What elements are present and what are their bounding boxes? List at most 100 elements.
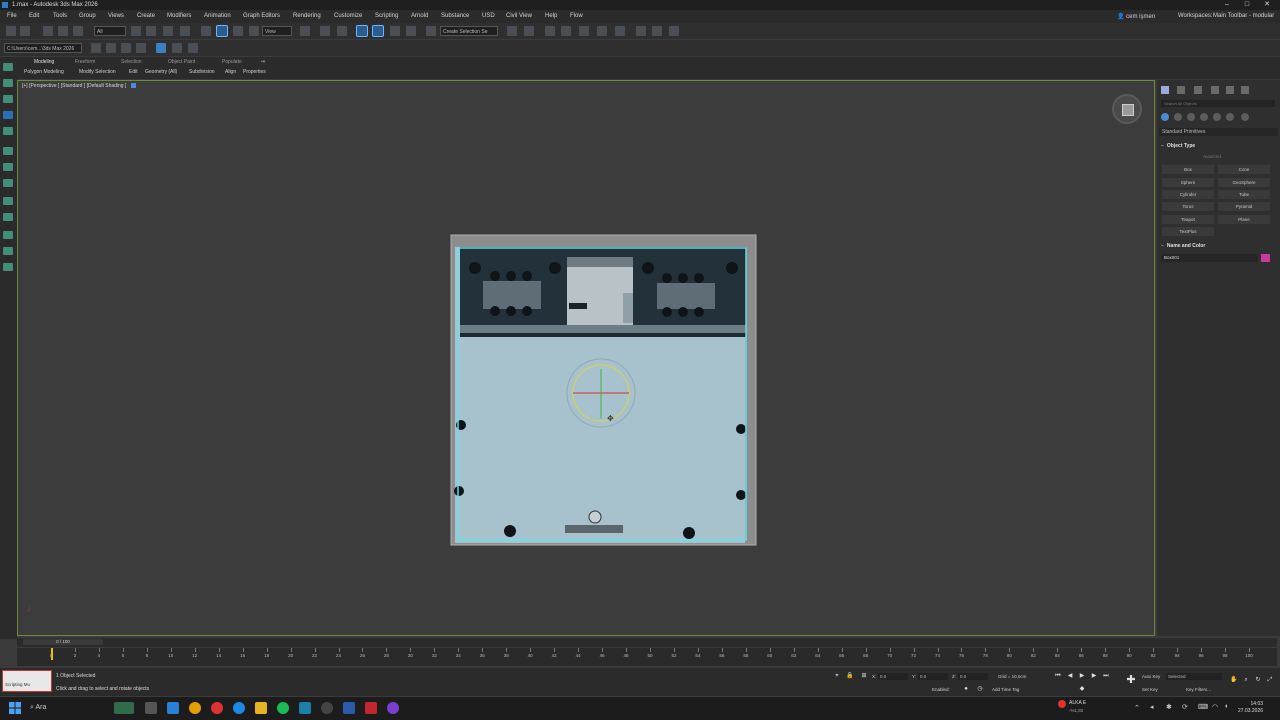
motion-panel-icon[interactable]	[1211, 86, 1219, 94]
schematic-view-icon[interactable]	[615, 26, 625, 36]
minimize-button[interactable]: –	[1218, 0, 1236, 10]
ribbon-subdivision[interactable]: Subdivision	[189, 69, 215, 75]
align-icon[interactable]	[524, 26, 534, 36]
next-frame-icon[interactable]: ▶	[1090, 672, 1098, 680]
volume-icon[interactable]: ◖	[1224, 703, 1228, 710]
render-setup-icon[interactable]	[652, 26, 662, 36]
tray-app-icon[interactable]: ◂	[1150, 703, 1154, 711]
redo-icon[interactable]	[20, 26, 30, 36]
cylinder-button[interactable]: Cylinder	[1162, 190, 1214, 199]
weather-icon[interactable]	[1058, 700, 1066, 708]
time-tag-icon[interactable]: ◷	[976, 685, 984, 693]
key-filters-button[interactable]: Key Filters...	[1186, 687, 1211, 692]
tab-object-paint[interactable]: Object Paint	[168, 59, 195, 65]
spinner-snap-icon[interactable]	[406, 26, 416, 36]
menu-create[interactable]: Create	[137, 13, 155, 19]
geometry-icon[interactable]	[1161, 113, 1169, 121]
adaptive-degradation-icon[interactable]: ●	[962, 685, 970, 693]
viewcube[interactable]	[1112, 94, 1142, 124]
go-to-start-icon[interactable]: ⏮	[1054, 672, 1062, 680]
create-panel-icon[interactable]	[1161, 86, 1169, 94]
settings-icon[interactable]	[321, 702, 333, 714]
save-file-icon[interactable]	[121, 43, 131, 53]
menu-civil-view[interactable]: Civil View	[506, 13, 532, 19]
previous-frame-icon[interactable]: ◀	[1066, 672, 1074, 680]
menu-file[interactable]: File	[7, 13, 17, 19]
object-type-rollout[interactable]: Object Type	[1161, 143, 1195, 149]
menu-tools[interactable]: Tools	[53, 13, 67, 19]
autogrid-checkbox[interactable]: AutoGrid	[1203, 154, 1221, 159]
ribbon-modify-selection[interactable]: Modify Selection	[79, 69, 116, 75]
x-coordinate-field[interactable]: 0.0	[878, 673, 908, 680]
archive-icon[interactable]	[136, 43, 146, 53]
utilities-panel-icon[interactable]	[1241, 86, 1249, 94]
y-coordinate-field[interactable]: 0.0	[918, 673, 948, 680]
search-objects-input[interactable]: Search All Objects	[1161, 100, 1275, 107]
menu-substance[interactable]: Substance	[441, 13, 469, 19]
edit-named-selection-icon[interactable]	[426, 26, 436, 36]
menu-flow[interactable]: Flow	[570, 13, 583, 19]
go-to-end-icon[interactable]: ⏭	[1102, 672, 1110, 680]
play-icon[interactable]: ▶	[1078, 672, 1086, 680]
textplus-button[interactable]: TextPlus	[1162, 227, 1214, 236]
ribbon-edit[interactable]: Edit	[129, 69, 138, 75]
ribbon-align[interactable]: Align	[225, 69, 236, 75]
selection-tool-icon[interactable]	[3, 111, 13, 119]
menu-graph-editors[interactable]: Graph Editors	[243, 13, 280, 19]
tray-keyboard-icon[interactable]: ⌨	[1198, 703, 1208, 711]
viewport-layout-icon[interactable]	[156, 43, 166, 53]
edge-icon[interactable]	[233, 702, 245, 714]
curve-editor-icon[interactable]	[597, 26, 607, 36]
mask-tool-icon[interactable]	[3, 213, 13, 221]
primitive-category-dropdown[interactable]: Standard Primitives	[1159, 128, 1278, 136]
window-crossing-icon[interactable]	[180, 26, 190, 36]
z-coordinate-field[interactable]: 0.0	[958, 673, 988, 680]
name-and-color-rollout[interactable]: Name and Color	[1161, 243, 1205, 249]
layer-explorer-icon[interactable]	[561, 26, 571, 36]
rotate-icon[interactable]	[216, 25, 228, 37]
lock-selection-icon[interactable]	[188, 43, 198, 53]
viewport-label[interactable]: [+] [Perspective ] [Standard ] [Default …	[22, 83, 136, 89]
selection-filter-dropdown[interactable]: All	[94, 26, 126, 36]
time-slider[interactable]: 0 / 100	[17, 638, 1277, 647]
close-button[interactable]: ✕	[1258, 0, 1276, 10]
teapot-button[interactable]: Teapot	[1162, 215, 1214, 224]
keyboard-shortcut-icon[interactable]	[337, 26, 347, 36]
isolate-selection-icon[interactable]	[172, 43, 182, 53]
set-key-icon[interactable]: ✚	[1124, 675, 1138, 688]
grab-tool-icon[interactable]	[3, 231, 13, 239]
menu-group[interactable]: Group	[79, 13, 96, 19]
hierarchy-panel-icon[interactable]	[1194, 86, 1202, 94]
maxscript-listener[interactable]: Scripting Mu	[2, 670, 52, 692]
reference-coordinate-dropdown[interactable]: View	[262, 26, 292, 36]
spacewarps-icon[interactable]	[1226, 113, 1234, 121]
system-clock[interactable]: 14:03 27.03.2026	[1238, 701, 1263, 715]
pan-view-icon[interactable]: ✋	[1230, 676, 1238, 684]
3ds-max-taskbar-icon[interactable]	[299, 702, 311, 714]
select-object-icon[interactable]	[131, 26, 141, 36]
sphere-button[interactable]: Sphere	[1162, 178, 1214, 187]
link-icon[interactable]	[43, 26, 53, 36]
tab-freeform[interactable]: Freeform	[75, 59, 95, 65]
material-editor-icon[interactable]	[636, 26, 646, 36]
snaps-toggle-icon[interactable]	[356, 25, 368, 37]
pivot-center-icon[interactable]	[300, 26, 310, 36]
absolute-transform-icon[interactable]: ⊞	[860, 672, 868, 680]
menu-arnold[interactable]: Arnold	[411, 13, 428, 19]
angle-snap-icon[interactable]	[372, 25, 384, 37]
geosphere-button[interactable]: GeoSphere	[1218, 178, 1270, 187]
edge-browser-icon[interactable]	[167, 702, 179, 714]
taskbar-search[interactable]: ⌕ Ara	[30, 700, 110, 716]
lights-icon[interactable]	[1187, 113, 1195, 121]
ribbon-toggle-icon[interactable]	[579, 26, 589, 36]
create-tool-icon[interactable]	[3, 63, 13, 71]
hierarchy-tool-icon[interactable]	[3, 95, 13, 103]
layers-tool-icon[interactable]	[3, 263, 13, 271]
object-color-swatch[interactable]	[1261, 254, 1270, 262]
isolate-toggle-icon[interactable]: ⌖	[833, 672, 841, 680]
named-selection-sets-dropdown[interactable]: Create Selection Se	[440, 26, 498, 36]
menu-customize[interactable]: Customize	[334, 13, 362, 19]
room-model[interactable]: ✥	[445, 233, 758, 547]
render-icon[interactable]	[669, 26, 679, 36]
paint-tool-icon[interactable]	[3, 127, 13, 135]
